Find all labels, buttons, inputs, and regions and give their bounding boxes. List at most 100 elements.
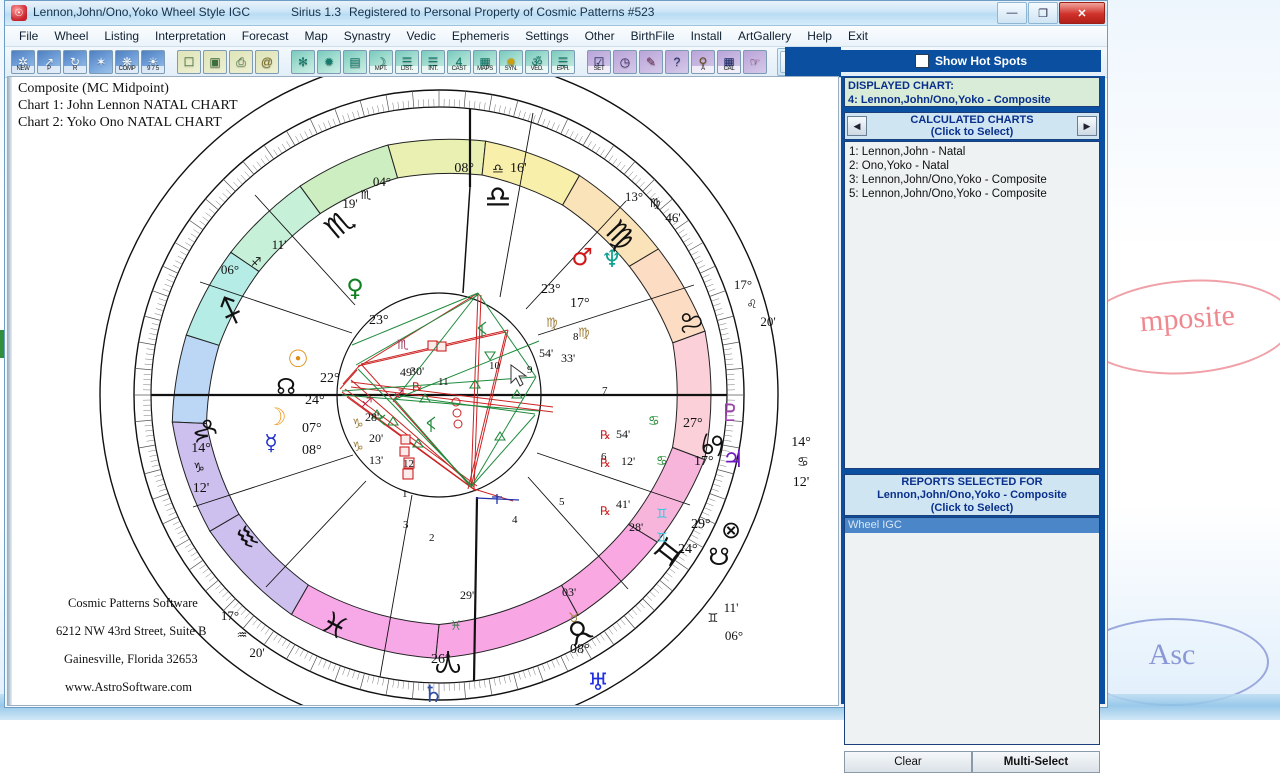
- reports-subject: Lennon,John/Ono,Yoko - Composite: [845, 489, 1099, 502]
- wheel-style-icon: ✹: [318, 51, 340, 73]
- clock-button[interactable]: ◷: [613, 50, 637, 74]
- help-button[interactable]: ?: [665, 50, 689, 74]
- cusp9-sign: ♏: [361, 188, 372, 202]
- atlas-button[interactable]: ⚲ A: [691, 50, 715, 74]
- hand-tool-button[interactable]: ☞: [743, 50, 767, 74]
- calculated-chart-item-5[interactable]: 5: Lennon,John/Ono,Yoko - Composite: [849, 187, 1095, 201]
- open-file-button[interactable]: ☐: [177, 50, 201, 74]
- asc-min: 12': [193, 481, 210, 496]
- asc-sign: ♑: [193, 461, 205, 476]
- clear-button[interactable]: Clear: [844, 751, 972, 773]
- displayed-chart-value: 4: Lennon,John/Ono,Yoko - Composite: [848, 93, 1096, 107]
- email-button[interactable]: @: [255, 50, 279, 74]
- new-chart-button[interactable]: ✲ NEW: [11, 50, 35, 74]
- menu-item-birthfile[interactable]: BirthFile: [623, 27, 683, 45]
- cusp5-sign: ♊: [708, 611, 719, 625]
- progressed-chart-button[interactable]: ↗ P: [37, 50, 61, 74]
- settings-button[interactable]: ☑ SET: [587, 50, 611, 74]
- calculated-charts-list[interactable]: 1: Lennon,John - Natal 2: Ono,Yoko - Nat…: [844, 141, 1100, 469]
- north-node-sign: ♐: [393, 388, 405, 403]
- planet-venus[interactable]: ♀ 23° ♏ 30': [346, 274, 424, 378]
- midpoint-label: MPT.: [370, 66, 392, 73]
- cusp11-min: 11': [272, 237, 287, 252]
- interpretation-report-button[interactable]: ☰ INT.: [421, 50, 445, 74]
- cusp6-degree: 17°: [734, 277, 752, 292]
- menu-item-help[interactable]: Help: [799, 27, 840, 45]
- planet-mercury[interactable]: ☿ 08° ♑ 13': [264, 431, 383, 467]
- wheel-report-button[interactable]: ✻: [291, 50, 315, 74]
- vedic-report-button[interactable]: ॐ VED.: [525, 50, 549, 74]
- multi-select-button[interactable]: Multi-Select: [972, 751, 1100, 773]
- neptune-min: 33': [561, 351, 575, 365]
- jupiter-sign: ♋: [656, 454, 668, 469]
- show-hot-spots-checkbox[interactable]: [915, 54, 929, 68]
- house-number-7: 7: [602, 385, 608, 397]
- content-area: Composite (MC Midpoint) Chart 1: John Le…: [5, 76, 1107, 706]
- calculated-chart-item-3[interactable]: 3: Lennon,John/Ono,Yoko - Composite: [849, 173, 1095, 187]
- menu-item-ephemeris[interactable]: Ephemeris: [444, 27, 517, 45]
- mc-degree: 08°: [454, 161, 474, 176]
- cast-chart-button[interactable]: 4 CAST: [447, 50, 471, 74]
- settings-label: SET: [588, 66, 610, 73]
- page-layout-button[interactable]: ▤: [343, 50, 367, 74]
- menu-item-other[interactable]: Other: [577, 27, 623, 45]
- moon-sign: ♑: [352, 417, 364, 432]
- composite-chart-button[interactable]: ❋ COMP: [115, 50, 139, 74]
- calculated-charts-prev-button[interactable]: ◀: [847, 116, 867, 136]
- menu-item-interpretation[interactable]: Interpretation: [147, 27, 234, 45]
- menu-item-artgallery[interactable]: ArtGallery: [730, 27, 799, 45]
- menu-item-wheel[interactable]: Wheel: [46, 27, 96, 45]
- mercury-sign: ♑: [352, 440, 364, 455]
- menu-item-file[interactable]: File: [11, 27, 46, 45]
- chart-panel[interactable]: Composite (MC Midpoint) Chart 1: John Le…: [7, 76, 839, 706]
- midpoint-report-button[interactable]: ☽ MPT.: [369, 50, 393, 74]
- maximize-button[interactable]: ❐: [1028, 2, 1058, 24]
- menu-item-exit[interactable]: Exit: [840, 27, 876, 45]
- mercury-min: 13': [369, 453, 383, 467]
- multi-chart-button[interactable]: ☀ 9 7 5: [141, 50, 165, 74]
- menu-item-listing[interactable]: Listing: [96, 27, 147, 45]
- transit-chart-button[interactable]: ✶: [89, 50, 113, 74]
- maps-report-button[interactable]: ▦ MAPS: [473, 50, 497, 74]
- menu-item-install[interactable]: Install: [683, 27, 730, 45]
- return-chart-button[interactable]: ↻ R: [63, 50, 87, 74]
- menu-item-map[interactable]: Map: [296, 27, 335, 45]
- report-item-wheel-igc[interactable]: Wheel IGC: [845, 518, 1099, 533]
- ephemeris-report-button[interactable]: ☰ EPH.: [551, 50, 575, 74]
- print-button[interactable]: ⎙: [229, 50, 253, 74]
- minimize-button[interactable]: —: [997, 2, 1027, 24]
- zodiac-ring: [172, 139, 711, 658]
- menu-item-settings[interactable]: Settings: [517, 27, 576, 45]
- menu-item-vedic[interactable]: Vedic: [398, 27, 443, 45]
- window-controls: — ❐ ✕: [997, 2, 1105, 24]
- save-file-button[interactable]: ▣: [203, 50, 227, 74]
- cusp6-min: 20': [760, 314, 775, 329]
- ephemeris-label: EPH.: [552, 66, 574, 73]
- calendar-button[interactable]: ▦ CAL: [717, 50, 741, 74]
- close-button[interactable]: ✕: [1059, 2, 1105, 24]
- show-hot-spots-control[interactable]: Show Hot Spots: [841, 50, 1101, 72]
- page-layout-icon: ▤: [344, 51, 366, 73]
- art-gallery-button[interactable]: ✎: [639, 50, 663, 74]
- dsc-degree: 14°: [791, 435, 811, 450]
- menu-item-forecast[interactable]: Forecast: [234, 27, 297, 45]
- mars-min: 54': [539, 346, 553, 360]
- wheel-style-button[interactable]: ✹: [317, 50, 341, 74]
- venus-sign: ♏: [397, 338, 409, 353]
- listing-report-button[interactable]: ☰ LIST.: [395, 50, 419, 74]
- calculated-charts-next-button[interactable]: ▶: [1077, 116, 1097, 136]
- synastry-report-button[interactable]: ✹ SYN.: [499, 50, 523, 74]
- planet-sun[interactable]: ☉ 22° ♐ 28': [287, 345, 379, 424]
- house-number-9: 9: [527, 364, 533, 376]
- calculated-chart-item-1[interactable]: 1: Lennon,John - Natal: [849, 145, 1095, 159]
- calculated-chart-item-2[interactable]: 2: Ono,Yoko - Natal: [849, 159, 1095, 173]
- neptune-degree: 17°: [570, 296, 590, 311]
- mouse-cursor: [511, 365, 526, 386]
- menu-item-synastry[interactable]: Synastry: [336, 27, 399, 45]
- reports-list[interactable]: Wheel IGC: [844, 517, 1100, 745]
- pluto-retro: ℞: [600, 428, 611, 442]
- save-file-icon: ▣: [204, 51, 226, 73]
- astrology-wheel[interactable]: 3 4 5 6 7 8 9 10 11 12 1 2 ♎ ♍ ♌: [8, 77, 838, 705]
- south-node-sign: ♊: [656, 531, 668, 546]
- house-number-10: 10: [489, 360, 501, 372]
